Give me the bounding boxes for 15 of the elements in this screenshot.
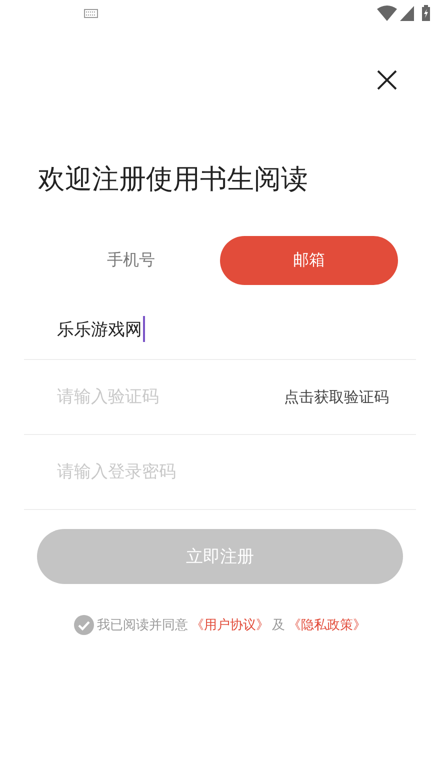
page-title: 欢迎注册使用书生阅读 — [37, 163, 308, 197]
tab[interactable]: 邮箱 — [220, 236, 398, 285]
checkbox[interactable] — [74, 615, 94, 635]
get-code-button[interactable]: 点击获取验证码 — [284, 388, 389, 406]
battery-icon — [422, 5, 430, 21]
wifi-icon — [377, 5, 397, 21]
agreement-text: 我已阅读并同意 — [97, 617, 188, 634]
agreement-text: 及 — [272, 617, 285, 634]
keyboard-icon — [84, 8, 98, 18]
privacy-policy-link[interactable]: 《隐私政策》 — [288, 616, 366, 634]
signal-icon — [400, 6, 414, 20]
user-agreement-link[interactable]: 《用户协议》 — [191, 616, 269, 634]
close-icon[interactable] — [377, 70, 397, 90]
email-field[interactable]: 乐乐游戏网 — [57, 318, 142, 340]
tab[interactable]: 手机号 — [42, 236, 220, 285]
